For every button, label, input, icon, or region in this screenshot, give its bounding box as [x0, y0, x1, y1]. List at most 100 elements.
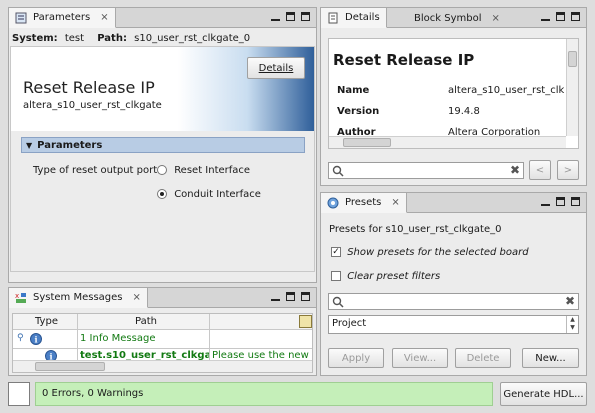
- next-button[interactable]: >: [557, 160, 579, 180]
- close-icon[interactable]: ⨯: [491, 13, 499, 24]
- details-key-name: Name: [337, 85, 370, 96]
- minimize-icon[interactable]: [541, 12, 550, 21]
- details-vscroll-thumb[interactable]: [568, 51, 577, 67]
- presets-panel: Presets ⨯ Presets for s10_user_rst_clkga…: [320, 192, 587, 376]
- minimize-icon[interactable]: [541, 197, 550, 206]
- svg-text:x: x: [15, 292, 19, 300]
- restore-icon[interactable]: [556, 12, 565, 21]
- messages-table: Type Path ⚲ i 1 Info Message i test.s10_…: [12, 313, 313, 373]
- status-indicator-box: [8, 382, 30, 406]
- view-button[interactable]: View...: [392, 348, 448, 368]
- details-title: Reset Release IP: [333, 51, 475, 69]
- presets-tabbar: Presets ⨯: [321, 193, 586, 213]
- tab-presets-label: Presets: [345, 197, 382, 208]
- details-button[interactable]: Details: [247, 57, 305, 79]
- col-type-header[interactable]: Type: [35, 316, 58, 327]
- parameters-section-header[interactable]: ▼ Parameters: [21, 137, 305, 153]
- parameters-panel: Parameters ⨯ System: test Path: s10_user…: [8, 7, 317, 283]
- details-vertical-scrollbar[interactable]: [566, 39, 578, 136]
- option-reset-label: Reset Interface: [174, 165, 251, 176]
- radio-reset-interface[interactable]: [157, 165, 167, 175]
- clear-search-icon[interactable]: ✖: [565, 294, 575, 308]
- maximize-icon[interactable]: [301, 12, 310, 21]
- ip-header-title: Reset Release IP: [23, 78, 155, 97]
- tab-block-symbol[interactable]: Block Symbol ⨯: [408, 8, 506, 28]
- info-icon: i: [30, 333, 42, 348]
- tab-parameters[interactable]: Parameters ⨯: [9, 8, 116, 28]
- maximize-icon[interactable]: [571, 197, 580, 206]
- radio-conduit-interface[interactable]: [157, 189, 167, 199]
- presets-for-label: Presets for s10_user_rst_clkgate_0: [329, 224, 502, 235]
- clear-filters-checkbox[interactable]: [331, 271, 341, 281]
- delete-button-label: Delete: [466, 352, 500, 364]
- presets-list-scroll[interactable]: ▲ ▼: [566, 316, 578, 333]
- generate-hdl-button[interactable]: Generate HDL...: [500, 382, 587, 406]
- svg-text:i: i: [35, 335, 38, 345]
- parameters-section: ▼ Parameters Type of reset output port: …: [11, 131, 314, 271]
- system-line: System: test Path: s10_user_rst_clkgate_…: [12, 33, 250, 44]
- messages-hscroll-thumb[interactable]: [35, 362, 105, 371]
- system-label: System:: [12, 33, 58, 44]
- close-icon[interactable]: ⨯: [133, 292, 141, 303]
- tab-block-symbol-label: Block Symbol: [414, 12, 482, 24]
- presets-search-input[interactable]: ✖: [328, 293, 579, 310]
- messages-tabbar: x System Messages ⨯: [9, 288, 316, 308]
- tab-details[interactable]: Details: [321, 8, 387, 28]
- restore-icon[interactable]: [286, 12, 295, 21]
- close-icon[interactable]: ⨯: [391, 197, 399, 208]
- status-message: 0 Errors, 0 Warnings: [35, 382, 493, 406]
- details-button-label: Details: [258, 62, 294, 74]
- tab-system-messages[interactable]: x System Messages ⨯: [9, 288, 148, 308]
- tab-presets[interactable]: Presets ⨯: [321, 193, 407, 213]
- parameters-tabbar: Parameters ⨯: [9, 8, 316, 28]
- show-presets-option[interactable]: ✓ Show presets for the selected board: [331, 247, 529, 258]
- details-horizontal-scrollbar[interactable]: [329, 136, 566, 148]
- search-icon: [332, 165, 344, 180]
- restore-icon[interactable]: [556, 197, 565, 206]
- details-tabbar: Details Block Symbol ⨯: [321, 8, 586, 28]
- col-path-header[interactable]: Path: [135, 316, 157, 327]
- system-messages-panel: x System Messages ⨯ Type Path ⚲ i 1 Info…: [8, 287, 317, 376]
- minimize-icon[interactable]: [271, 12, 280, 21]
- prev-button[interactable]: <: [529, 160, 551, 180]
- new-button[interactable]: New...: [522, 348, 579, 368]
- details-search-input[interactable]: ✖: [328, 162, 524, 179]
- presets-list[interactable]: Project ▲ ▼: [328, 315, 579, 334]
- details-hscroll-thumb[interactable]: [343, 138, 391, 147]
- ip-header-area: Reset Release IP altera_s10_user_rst_clk…: [10, 46, 315, 272]
- column-config-icon[interactable]: [299, 315, 312, 328]
- status-text: 0 Errors, 0 Warnings: [42, 388, 144, 399]
- apply-button-label: Apply: [341, 352, 371, 364]
- delete-button[interactable]: Delete: [455, 348, 511, 368]
- details-tab-icon: [327, 12, 339, 24]
- apply-button[interactable]: Apply: [328, 348, 384, 368]
- details-value-version: 19.4.8: [448, 106, 480, 117]
- show-presets-checkbox[interactable]: ✓: [331, 247, 341, 257]
- maximize-icon[interactable]: [571, 12, 580, 21]
- table-row[interactable]: ⚲ i 1 Info Message: [13, 331, 312, 348]
- ip-header-subtitle: altera_s10_user_rst_clkgate: [23, 100, 162, 111]
- restore-icon[interactable]: [286, 292, 295, 301]
- search-icon: [332, 296, 344, 311]
- collapse-icon[interactable]: ▼: [26, 141, 32, 150]
- messages-horizontal-scrollbar[interactable]: [13, 360, 312, 372]
- close-icon[interactable]: ⨯: [100, 12, 108, 23]
- clear-filters-label: Clear preset filters: [347, 271, 441, 282]
- minimize-icon[interactable]: [271, 292, 280, 301]
- clear-filters-option[interactable]: Clear preset filters: [331, 271, 440, 282]
- option-reset-interface[interactable]: Reset Interface: [157, 165, 250, 176]
- presets-tab-icon: [327, 197, 339, 209]
- new-button-label: New...: [535, 352, 566, 364]
- generate-hdl-label: Generate HDL...: [503, 388, 584, 400]
- option-conduit-interface[interactable]: Conduit Interface: [157, 189, 261, 200]
- tab-parameters-label: Parameters: [33, 12, 91, 23]
- path-label: Path:: [97, 33, 127, 44]
- message-path-row1: 1 Info Message: [80, 333, 156, 344]
- clear-search-icon[interactable]: ✖: [510, 163, 520, 177]
- details-content: Reset Release IP Name altera_s10_user_rs…: [328, 38, 579, 149]
- expand-icon[interactable]: ⚲: [17, 333, 24, 343]
- next-button-label: >: [563, 164, 573, 176]
- presets-list-item[interactable]: Project: [332, 318, 366, 329]
- maximize-icon[interactable]: [301, 292, 310, 301]
- tab-system-messages-label: System Messages: [33, 292, 123, 303]
